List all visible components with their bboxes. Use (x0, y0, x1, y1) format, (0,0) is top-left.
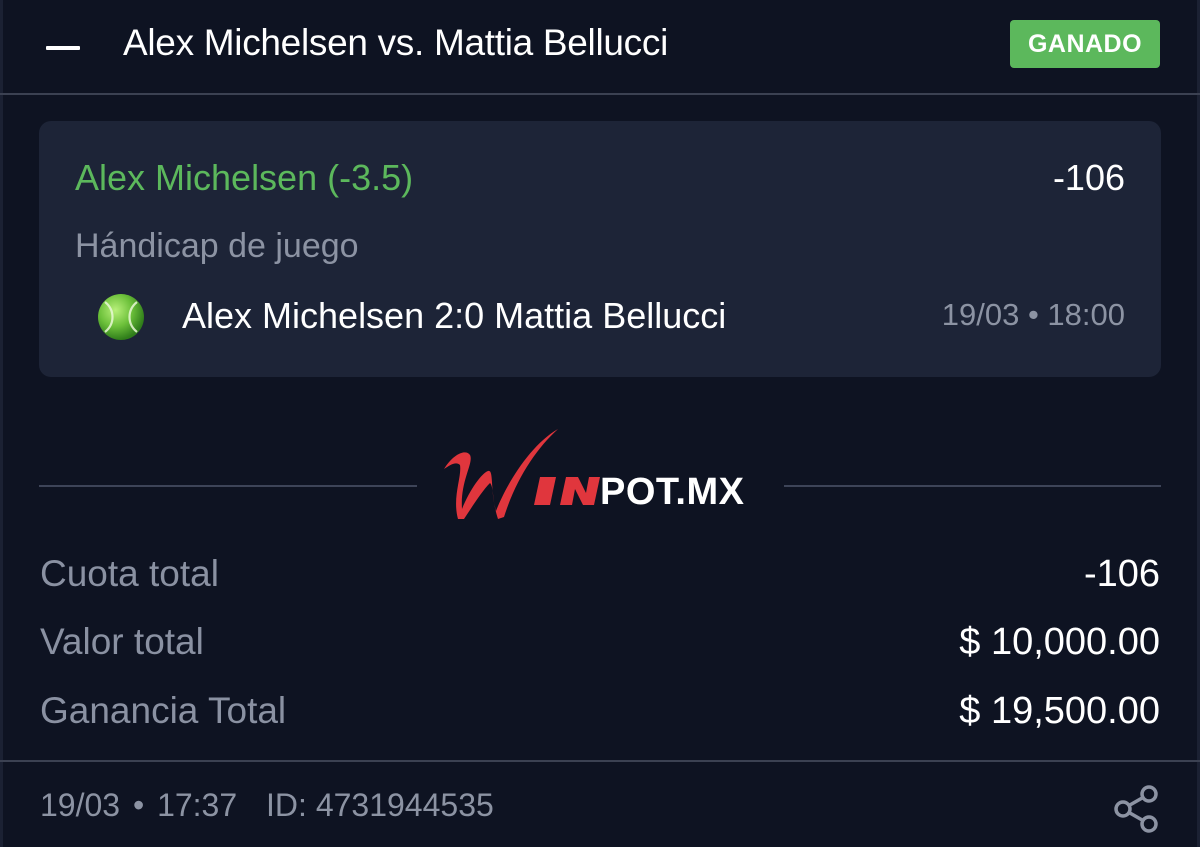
footer-divider (0, 760, 1200, 762)
collapse-button[interactable] (40, 28, 86, 68)
status-badge: GANADO (1010, 20, 1160, 68)
frame-border-left (0, 0, 3, 847)
tennis-ball-icon (98, 294, 144, 340)
summary-label: Cuota total (40, 553, 219, 594)
summary-value: $ 19,500.00 (959, 690, 1160, 732)
selection-label: Alex Michelsen (-3.5) (75, 157, 414, 198)
selection-odds: -106 (1052, 157, 1125, 198)
summary-row-cuota: Cuota total -106 (40, 553, 1160, 613)
winpot-logo: POT.MX (444, 429, 745, 519)
header-divider (0, 93, 1200, 95)
market-type: Hándicap de juego (75, 227, 359, 265)
match-time: 19/03 • 18:00 (941, 297, 1125, 332)
bet-title: Alex Michelsen vs. Mattia Bellucci (123, 22, 668, 63)
brand-divider-right (784, 485, 1161, 487)
share-icon[interactable] (1112, 784, 1162, 834)
bet-time: 17:37 (157, 787, 238, 823)
summary-value: -106 (1083, 553, 1160, 595)
bet-selection-card: Alex Michelsen (-3.5) -106 Hándicap de j… (39, 121, 1161, 377)
bet-date: 19/03 (40, 787, 121, 823)
summary-value: $ 10,000.00 (959, 621, 1160, 663)
summary-label: Ganancia Total (40, 690, 287, 731)
bet-header: Alex Michelsen vs. Mattia Bellucci GANAD… (0, 0, 1200, 94)
match-result: Alex Michelsen 2:0 Mattia Bellucci (182, 295, 727, 336)
bet-meta: 19/03 • 17:37 ID: 4731944535 (40, 787, 494, 824)
summary-row-ganancia: Ganancia Total $ 19,500.00 (40, 690, 1160, 750)
summary-label: Valor total (40, 621, 204, 662)
bet-id: ID: 4731944535 (266, 787, 494, 823)
brand-divider-left (39, 485, 417, 487)
summary-row-valor: Valor total $ 10,000.00 (40, 621, 1160, 681)
svg-text:POT.MX: POT.MX (600, 471, 745, 513)
minus-icon (46, 46, 80, 50)
meta-separator: • (132, 787, 145, 823)
